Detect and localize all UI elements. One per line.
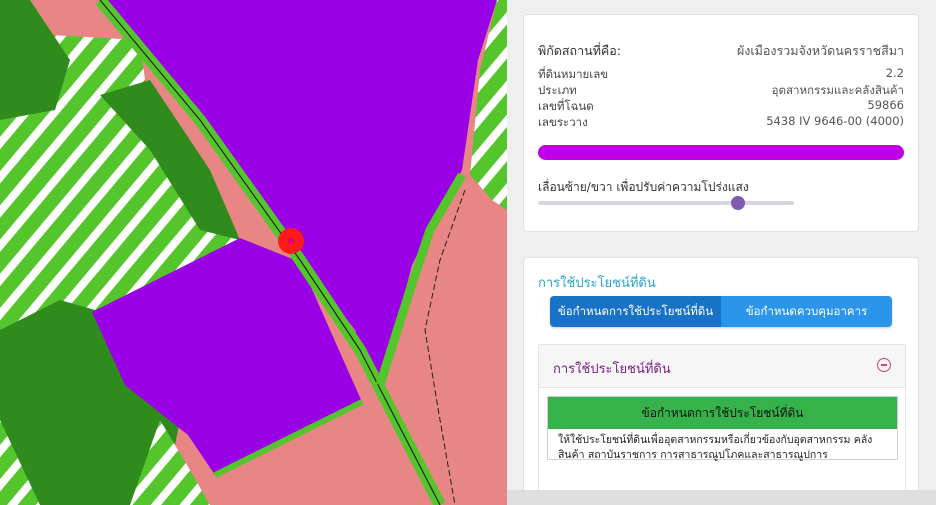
landuse-rule-box: ข้อกำหนดการใช้ประโยชน์ที่ดิน ให้ใช้ประโย… (547, 396, 898, 461)
map-view[interactable] (0, 0, 507, 505)
collapse-minus-icon[interactable] (877, 358, 891, 372)
info-key: เลขระวาง (538, 115, 588, 129)
landuse-card: การใช้ประโยชน์ที่ดิน ข้อกำหนดการใช้ประโย… (523, 257, 919, 505)
bottom-strip (507, 490, 936, 505)
zone-color-bar (538, 145, 904, 160)
rule-body: ให้ใช้ประโยชน์ที่ดินเพื่ออุตสาหกรรมหรือเ… (558, 434, 873, 461)
location-marker-icon[interactable] (278, 228, 304, 254)
location-label: พิกัดสถานที่คือ: (538, 43, 622, 58)
opacity-slider-label: เลื่อนซ้าย/ขวา เพื่อปรับค่าความโปร่งแสง (538, 180, 749, 194)
location-info-card: พิกัดสถานที่คือ: ผังเมืองรวมจังหวัดนครรา… (523, 14, 919, 232)
tab-landuse-rules[interactable]: ข้อกำหนดการใช้ประโยชน์ที่ดิน (550, 296, 721, 327)
landuse-accordion: การใช้ประโยชน์ที่ดิน ข้อกำหนดการใช้ประโย… (538, 344, 906, 505)
accordion-header[interactable]: การใช้ประโยชน์ที่ดิน (539, 345, 905, 388)
info-value: 5438 IV 9646-00 (4000) (766, 114, 904, 128)
info-row-map-sheet: เลขระวาง 5438 IV 9646-00 (4000) (538, 114, 904, 132)
location-title-row: พิกัดสถานที่คือ: ผังเมืองรวมจังหวัดนครรา… (538, 41, 904, 61)
plan-name: ผังเมืองรวมจังหวัดนครราชสีมา (736, 43, 904, 58)
rule-header: ข้อกำหนดการใช้ประโยชน์ที่ดิน (548, 397, 897, 429)
side-panel: พิกัดสถานที่คือ: ผังเมืองรวมจังหวัดนครรา… (507, 0, 936, 505)
accordion-title: การใช้ประโยชน์ที่ดิน (553, 362, 671, 377)
landuse-section-title: การใช้ประโยชน์ที่ดิน (538, 276, 656, 291)
zoning-map[interactable] (0, 0, 507, 505)
landuse-tabs: ข้อกำหนดการใช้ประโยชน์ที่ดิน ข้อกำหนดควบ… (550, 296, 892, 327)
opacity-slider-thumb[interactable] (730, 196, 745, 210)
tab-building-control[interactable]: ข้อกำหนดควบคุมอาคาร (721, 296, 892, 327)
opacity-slider[interactable] (538, 196, 794, 210)
